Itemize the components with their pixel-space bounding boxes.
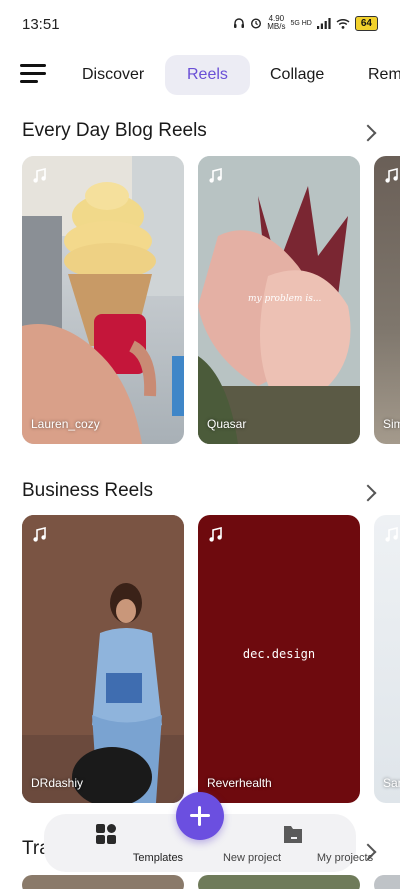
app-screen: 13:51 4.90 MB/s 5G HD 64 Discover Reels … <box>0 0 400 889</box>
speaker-woman-image <box>22 515 184 803</box>
card-author: Reverhealth <box>207 776 272 790</box>
section-title-everyday: Every Day Blog Reels <box>22 120 207 141</box>
tab-partial[interactable]: Rem <box>368 55 400 95</box>
reel-card-partial[interactable]: Sar <box>374 515 400 803</box>
card-author: Quasar <box>207 417 247 431</box>
card-author: Sim <box>383 417 400 431</box>
add-project-fab[interactable] <box>176 792 224 840</box>
card-author: Lauren_cozy <box>31 417 100 431</box>
reel-card-reverhealth[interactable]: dec.design Reverhealth <box>198 515 360 803</box>
tab-discover[interactable]: Discover <box>82 55 144 95</box>
chevron-right-icon[interactable] <box>359 484 377 502</box>
music-note-icon <box>385 527 398 542</box>
tab-reels[interactable]: Reels <box>165 55 250 95</box>
reel-card-quasar[interactable]: my problem is... Quasar <box>198 156 360 444</box>
hamburger-menu-icon[interactable] <box>20 63 46 85</box>
reel-card-preview[interactable] <box>374 875 400 889</box>
status-time: 13:51 <box>22 16 60 33</box>
reel-card-preview[interactable] <box>198 875 360 889</box>
speed-unit: MB/s <box>267 22 286 31</box>
my-projects-button[interactable]: My projects <box>241 814 373 872</box>
my-projects-label: My projects <box>316 852 374 864</box>
signal-icon <box>316 17 331 29</box>
battery-level: 64 <box>354 15 378 31</box>
card-author: Sar <box>383 776 400 790</box>
reel-card-partial[interactable]: Sim <box>374 156 400 444</box>
templates-button[interactable]: Templates <box>54 814 183 872</box>
network-type: 5G HD <box>290 19 312 27</box>
reel-card-preview[interactable] <box>22 875 184 889</box>
music-note-icon <box>33 527 46 542</box>
status-icons: 4.90 MB/s 5G HD 64 <box>233 15 378 31</box>
alarm-icon <box>251 18 262 29</box>
headphones-icon <box>234 18 245 28</box>
card-author: DRdashiy <box>31 776 84 790</box>
ice-cream-image <box>22 156 184 444</box>
tab-collage[interactable]: Collage <box>270 55 324 95</box>
chevron-right-icon[interactable] <box>359 124 377 142</box>
top-nav: Discover Reels Collage Rem <box>0 55 400 97</box>
status-bar: 13:51 4.90 MB/s 5G HD 64 <box>0 0 400 48</box>
network-speed: 4.90 MB/s <box>267 15 285 31</box>
section-title-business: Business Reels <box>22 480 153 501</box>
folder-icon <box>284 826 302 843</box>
music-note-icon <box>209 168 222 183</box>
reel-card-drdashiy[interactable]: DRdashiy <box>22 515 184 803</box>
card-overlay-text: my problem is... <box>248 294 322 304</box>
music-note-icon <box>33 168 46 183</box>
wifi-icon <box>336 18 350 29</box>
card-overlay-text: dec.design <box>242 647 316 661</box>
music-note-icon <box>209 527 222 542</box>
grid-icon <box>96 824 116 844</box>
reel-card-lauren[interactable]: Lauren_cozy <box>22 156 184 444</box>
music-note-icon <box>385 168 398 183</box>
